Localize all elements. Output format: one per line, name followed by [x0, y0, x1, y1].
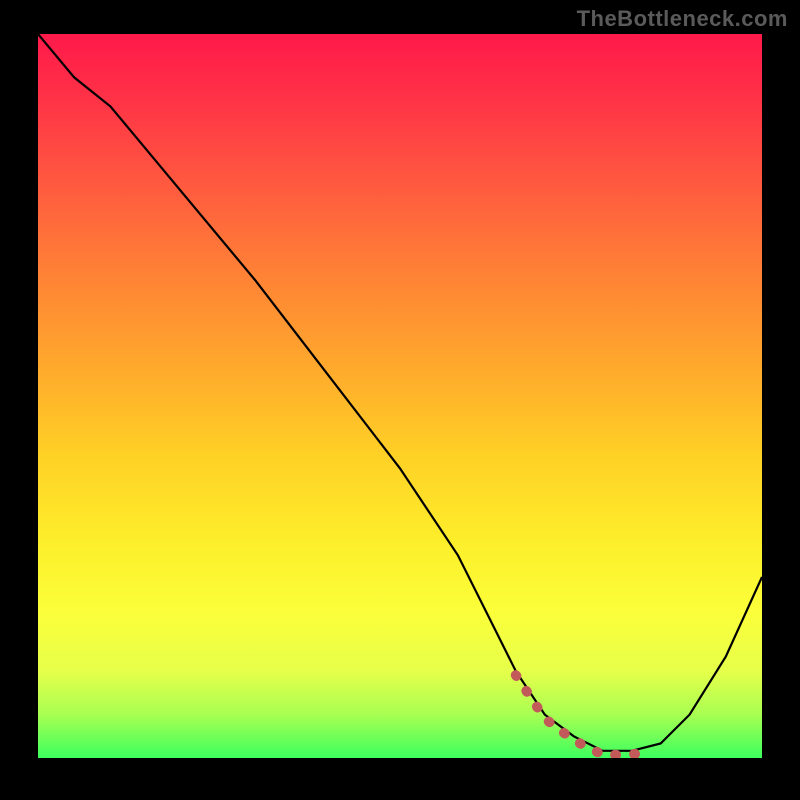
highlight-dots [516, 675, 646, 755]
plot-area [38, 34, 762, 758]
chart-container: TheBottleneck.com [0, 0, 800, 800]
watermark-text: TheBottleneck.com [577, 6, 788, 32]
curve-path [38, 34, 762, 751]
bottleneck-curve [38, 34, 762, 758]
